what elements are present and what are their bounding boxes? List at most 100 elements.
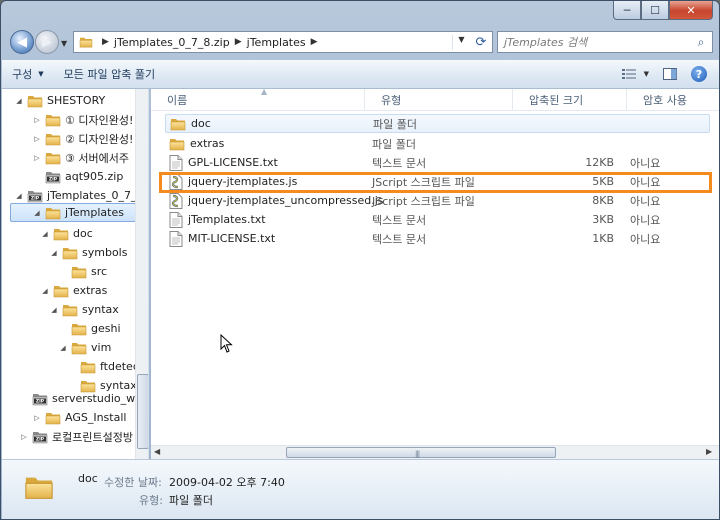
tree-item-symbols[interactable]: ◢ symbols [49,243,127,262]
column-header-type[interactable]: 유형 [365,89,513,110]
caption-buttons: ─ ☐ ✕ [613,1,713,20]
search-input[interactable]: jTemplates 검색 [498,34,690,50]
tree-item-shestory[interactable]: ◢ SHESTORY [14,91,105,110]
file-row[interactable]: doc 파일 폴더 [165,114,710,133]
expand-arrow-icon[interactable]: ▷ [19,433,29,441]
file-name: doc [191,117,211,130]
tree-item-extras[interactable]: ◢ extras [40,281,107,300]
folder-icon [45,132,61,146]
file-list-horizontal-scrollbar[interactable]: ◀ ||| ▶ [151,445,719,459]
collapse-arrow-icon[interactable]: ◢ [40,287,50,295]
expand-arrow-icon[interactable]: ▷ [32,116,42,124]
tree-item-jtemplates[interactable]: ◢ jTemplates [10,203,136,222]
navigation-row: ◀ ▶ ▼ ▶ jTemplates_0_7_8.zip ▶ jTemplate… [1,27,719,59]
collapse-arrow-icon[interactable]: ◢ [14,97,24,105]
file-row[interactable]: jquery-jtemplates_uncompressed.js JScrip… [165,191,710,210]
search-box[interactable]: jTemplates 검색 ⌕ [497,31,713,53]
horizontal-scrollbar-thumb[interactable]: ||| [286,447,556,458]
column-name-label: 이름 [167,93,188,107]
file-name: MIT-LICENSE.txt [188,232,276,245]
file-size: 8KB [592,194,614,207]
file-row[interactable]: jTemplates.txt 텍스트 문서 3KB 아니요 [165,210,710,229]
tree-item-geshi[interactable]: geshi [58,319,121,338]
help-icon[interactable]: ? [691,66,707,82]
search-icon[interactable]: ⌕ [690,35,712,50]
tree-scrollbar-thumb[interactable] [137,374,148,449]
explorer-window: ─ ☐ ✕ ◀ ▶ ▼ ▶ jTemplates_0_7_8.zip ▶ jTe… [0,0,720,520]
maximize-button[interactable]: ☐ [641,1,669,20]
tree-item-server[interactable]: ▷ ③ 서버에서주 [32,148,129,167]
scroll-left-icon[interactable]: ◀ [154,447,160,456]
file-row[interactable]: GPL-LICENSE.txt 텍스트 문서 12KB 아니요 [165,153,710,172]
breadcrumb-zip[interactable]: jTemplates_0_7_8.zip [114,36,230,49]
tree-item-design2[interactable]: ▷ ② 디자인완성! [32,129,133,148]
address-dropdown-icon[interactable]: ▼ [452,34,470,50]
column-header-password[interactable]: 암호 사용 [627,89,719,110]
minimize-button[interactable]: ─ [613,1,641,20]
details-pane: doc 수정한 날짜: 2009-04-02 오후 7:40 유형: 파일 폴더 [2,459,719,519]
collapse-arrow-icon[interactable]: ◢ [40,230,50,238]
breadcrumb-jtemplates[interactable]: jTemplates [247,36,306,49]
expand-arrow-icon[interactable]: ▷ [32,135,42,143]
breadcrumb-chevron-icon[interactable]: ▶ [102,37,109,47]
scroll-right-icon[interactable]: ▶ [706,447,712,456]
breadcrumb-chevron-icon[interactable]: ▶ [235,37,242,47]
tree-item-local-print[interactable]: ▷ 로컬프린트설정방 [19,427,133,446]
recent-pages-dropdown[interactable]: ▼ [61,39,67,48]
folder-icon [170,116,186,132]
file-encrypted: 아니요 [630,213,661,227]
tree-item-src[interactable]: src [58,262,107,281]
refresh-icon[interactable]: ⟳ [470,35,492,50]
tree-item-syntax[interactable]: ◢ syntax [49,300,118,319]
tree-scrollbar[interactable] [135,89,148,459]
mouse-cursor-icon [220,334,233,353]
tree-item-label: jTemplates [65,206,124,219]
expand-arrow-icon[interactable]: ▷ [32,414,42,422]
preview-pane-icon[interactable] [663,68,677,80]
file-name: jquery-jtemplates_uncompressed.js [188,194,384,207]
folder-icon [169,136,185,152]
collapse-arrow-icon[interactable]: ◢ [32,209,42,217]
tree-item-label: doc [73,227,93,240]
zip-icon [45,170,61,184]
collapse-arrow-icon[interactable]: ◢ [49,306,59,314]
zip-icon [32,392,48,406]
tree-item-ftdetect[interactable]: ftdetect [67,357,143,376]
tree-item-label: jTemplates_0_7_8 [47,189,144,202]
collapse-arrow-icon[interactable]: ◢ [58,344,68,352]
item-type-label: 유형: [139,494,163,507]
file-type: 텍스트 문서 [372,156,427,170]
annotation-highlight-box [159,172,712,193]
column-header-compressed-size[interactable]: 압축된 크기 [513,89,627,110]
organize-button[interactable]: 구성 ▼ [2,66,54,82]
views-button[interactable]: ▼ [621,68,649,80]
forward-button[interactable]: ▶ [35,30,59,54]
extract-all-button[interactable]: 모든 파일 압축 풀기 [54,66,165,82]
tree-item-doc[interactable]: ◢ doc [40,224,93,243]
chevron-down-icon: ▼ [643,70,649,78]
collapse-arrow-icon[interactable]: ◢ [49,249,59,257]
collapse-arrow-icon[interactable]: ◢ [14,192,24,200]
file-type: 텍스트 문서 [372,232,427,246]
tree-item-vim[interactable]: ◢ vim [58,338,111,357]
back-button[interactable]: ◀ [10,30,34,54]
file-type: 파일 폴더 [373,117,417,131]
breadcrumb-chevron-icon[interactable]: ▶ [311,37,318,47]
address-bar[interactable]: ▶ jTemplates_0_7_8.zip ▶ jTemplates ▶ ▼ … [73,31,493,53]
column-header-name[interactable]: 이름 ▲ [151,87,365,110]
tree-item-design1[interactable]: ▷ ① 디자인완성! [32,110,133,129]
file-encrypted: 아니요 [630,232,661,246]
folder-icon [71,265,87,279]
close-button[interactable]: ✕ [669,1,713,20]
tree-item-label: serverstudio_w_s [52,392,147,405]
tree-item-label: geshi [91,322,121,335]
expand-arrow-icon[interactable]: ▷ [32,154,42,162]
tree-item-ags-install[interactable]: ▷ AGS_Install [32,408,126,427]
folder-icon [27,94,43,108]
chevron-down-icon: ▼ [38,70,44,78]
tree-item-serverstudio[interactable]: serverstudio_w_s [19,389,146,408]
tree-item-aqt905[interactable]: aqt905.zip [32,167,123,186]
file-row[interactable]: MIT-LICENSE.txt 텍스트 문서 1KB 아니요 [165,229,710,248]
file-row[interactable]: extras 파일 폴더 [165,134,710,153]
title-bar[interactable]: ─ ☐ ✕ [1,1,719,25]
